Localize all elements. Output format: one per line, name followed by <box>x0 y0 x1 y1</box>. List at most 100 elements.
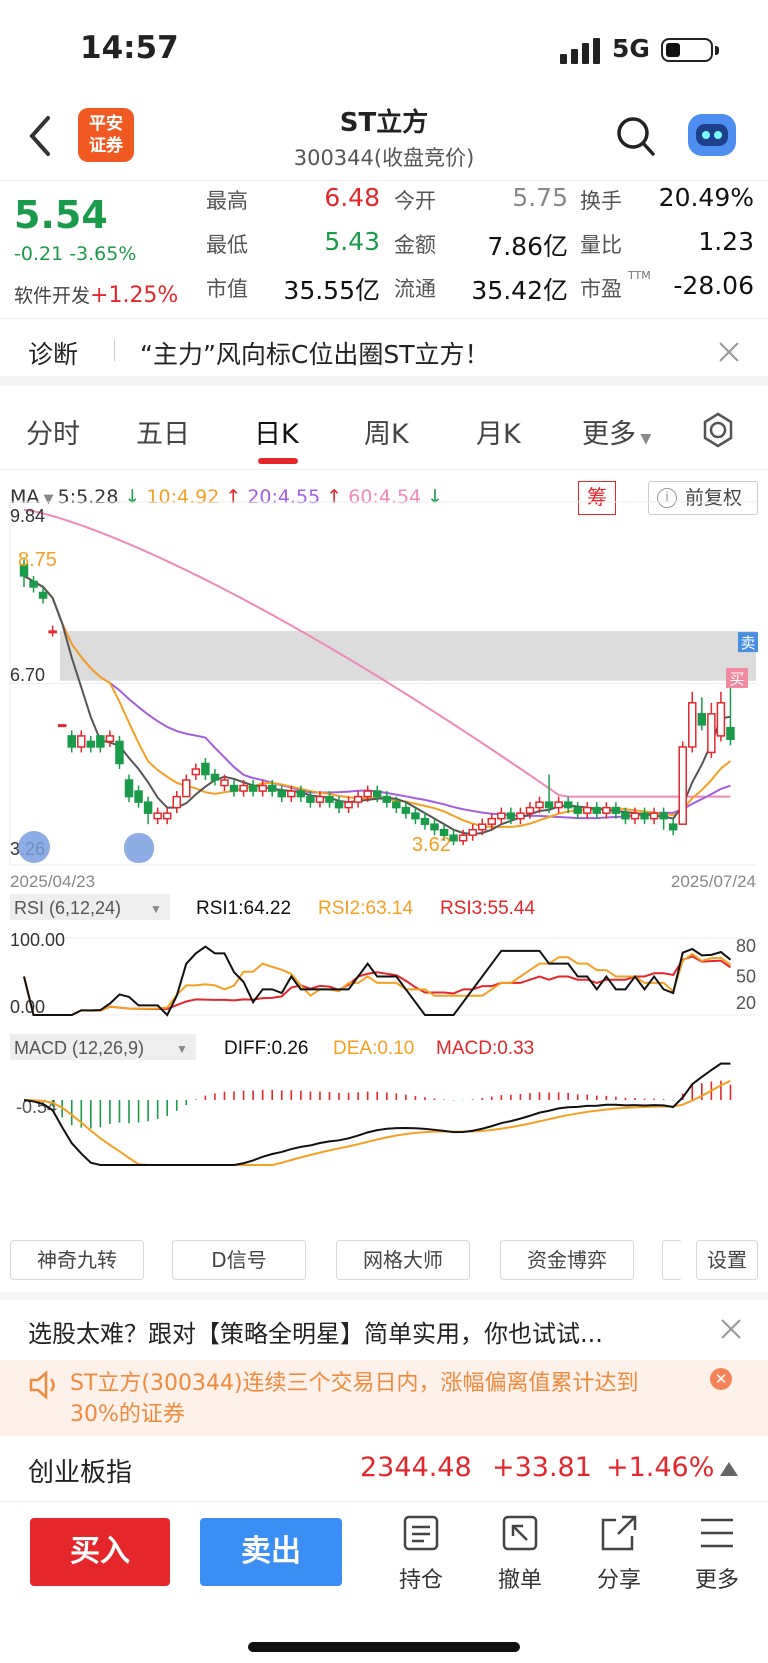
tab-daily-k[interactable]: 日K <box>254 412 299 451</box>
last-price: 5.54 <box>14 193 108 237</box>
candle-body <box>172 795 181 809</box>
more-button[interactable]: 更多 <box>682 1514 752 1594</box>
rsi-50-label: 50 <box>736 967 756 987</box>
rsi-20-label: 20 <box>736 993 756 1013</box>
diagnosis-bar[interactable]: 诊断 “主力”风向标C位出圈ST立方！ <box>0 318 768 386</box>
field-label: 今开 <box>394 189 436 213</box>
candle-body <box>697 713 707 726</box>
candle-body <box>659 812 668 820</box>
chevron-up-icon <box>720 1462 738 1476</box>
rsi1-line <box>23 945 732 1017</box>
period-tabs: 分时 五日 日K 周K 月K 更多 ▼ <box>0 392 768 470</box>
rsi2-value: RSI2:63.14 <box>318 898 413 919</box>
tab-monthly-k[interactable]: 月K <box>476 412 521 451</box>
candle-body <box>449 834 458 842</box>
candle-body <box>630 812 640 820</box>
candle-body <box>592 806 602 814</box>
field-label: 流通 <box>394 277 436 301</box>
field-label: 市盈 <box>580 277 622 301</box>
back-icon[interactable] <box>26 114 56 158</box>
high-price-mark: 8.75 <box>18 549 57 571</box>
candle-body <box>287 790 296 798</box>
candle-body <box>29 580 38 588</box>
candle-body <box>229 784 239 792</box>
tab-five-day[interactable]: 五日 <box>136 412 190 451</box>
macd-diff-value: DIFF:0.26 <box>224 1038 308 1059</box>
field-volume-ratio: 1.23 <box>698 227 754 256</box>
candle-body <box>726 726 735 740</box>
active-tab-indicator <box>258 458 298 464</box>
candle-body <box>649 812 659 820</box>
buy-button[interactable]: 买入 <box>30 1518 170 1586</box>
candle-body <box>544 801 554 809</box>
close-icon[interactable]: ✕ <box>710 1368 732 1390</box>
field-label: 市值 <box>206 277 248 301</box>
field-open: 5.75 <box>512 183 568 212</box>
candle-body <box>143 801 153 814</box>
candle-body <box>372 790 382 798</box>
divider <box>114 339 115 361</box>
tool-d-signal[interactable]: D信号 <box>172 1240 306 1280</box>
macd-label: MACD (12,26,9) <box>14 1038 144 1058</box>
buy-tag: 买 <box>729 671 744 688</box>
kline-chart[interactable]: 9.846.703.268.753.622025/04/232025/07/24… <box>0 470 768 1240</box>
sell-button[interactable]: 卖出 <box>200 1518 342 1586</box>
share-button[interactable]: 分享 <box>584 1514 654 1594</box>
risk-alert[interactable]: ST立方(300344)连续三个交易日内，涨幅偏离值累计达到 30%的证券 ✕ <box>0 1360 768 1436</box>
tool-magic-nine[interactable]: 神奇九转 <box>10 1240 144 1280</box>
candle-body <box>430 823 439 831</box>
chevron-down-icon: ▼ <box>176 1042 188 1056</box>
candle-body <box>573 806 582 814</box>
field-label: 量比 <box>580 233 622 257</box>
tool-settings[interactable]: 设置 <box>696 1240 758 1280</box>
index-pct: +1.46% <box>606 1452 715 1483</box>
holdings-button[interactable]: 持仓 <box>386 1514 456 1594</box>
quote-panel: 5.54 -0.21 -3.65% 软件开发+1.25% 最高 6.48 今开 … <box>0 180 768 318</box>
zoom-icon <box>124 833 154 863</box>
battery-icon <box>661 38 713 62</box>
rsi1-value: RSI1:64.22 <box>196 898 291 919</box>
industry-change[interactable]: 软件开发+1.25% <box>14 281 178 308</box>
candle-body <box>306 795 315 803</box>
candle-body <box>506 812 516 820</box>
tool-grid-master[interactable]: 网格大师 <box>336 1240 470 1280</box>
tab-more[interactable]: 更多 ▼ <box>582 412 651 451</box>
candle-body <box>334 801 344 809</box>
candle-body <box>315 795 325 803</box>
gear-icon[interactable] <box>700 412 736 448</box>
candle-body <box>57 724 67 728</box>
tab-weekly-k[interactable]: 周K <box>364 412 409 451</box>
signal-icon <box>560 38 600 64</box>
close-icon[interactable] <box>720 1318 742 1340</box>
candle-body <box>220 779 229 787</box>
promo-banner[interactable]: 选股太难？跟对【策略全明星】简单实用，你也试试... <box>0 1292 768 1360</box>
menu-icon <box>701 1518 733 1548</box>
tool-partial[interactable] <box>662 1240 682 1280</box>
clock: 14:57 <box>80 30 179 66</box>
macd-hist-value: MACD:0.33 <box>436 1038 534 1059</box>
share-icon <box>601 1515 637 1551</box>
candle-body <box>611 806 621 814</box>
candle-body <box>38 591 48 599</box>
candle-body <box>86 740 96 748</box>
tool-fund-game[interactable]: 资金博弈 <box>500 1240 634 1280</box>
rsi-label: RSI (6,12,24) <box>14 898 121 918</box>
candle-body <box>716 702 726 737</box>
start-date-label: 2025/04/23 <box>10 872 95 891</box>
header: ST立方 300344(收盘竞价) 平安 证券 <box>0 96 768 180</box>
tab-intraday[interactable]: 分时 <box>26 412 80 451</box>
candle-body <box>277 790 287 798</box>
candle-body <box>382 795 392 803</box>
candle-body <box>554 801 563 809</box>
chevron-down-icon: ▼ <box>150 902 162 916</box>
field-label: 换手 <box>580 189 622 213</box>
field-float: 35.42亿 <box>471 276 568 305</box>
search-icon[interactable] <box>616 116 656 158</box>
cancel-order-button[interactable]: 撤单 <box>485 1514 555 1594</box>
candle-body <box>401 806 411 814</box>
candle-body <box>77 735 86 748</box>
index-ticker[interactable]: 创业板指 2344.48 +33.81 +1.46% <box>0 1436 768 1502</box>
close-icon[interactable] <box>718 341 740 363</box>
assistant-robot-icon[interactable] <box>688 114 736 156</box>
candle-body <box>668 823 678 831</box>
